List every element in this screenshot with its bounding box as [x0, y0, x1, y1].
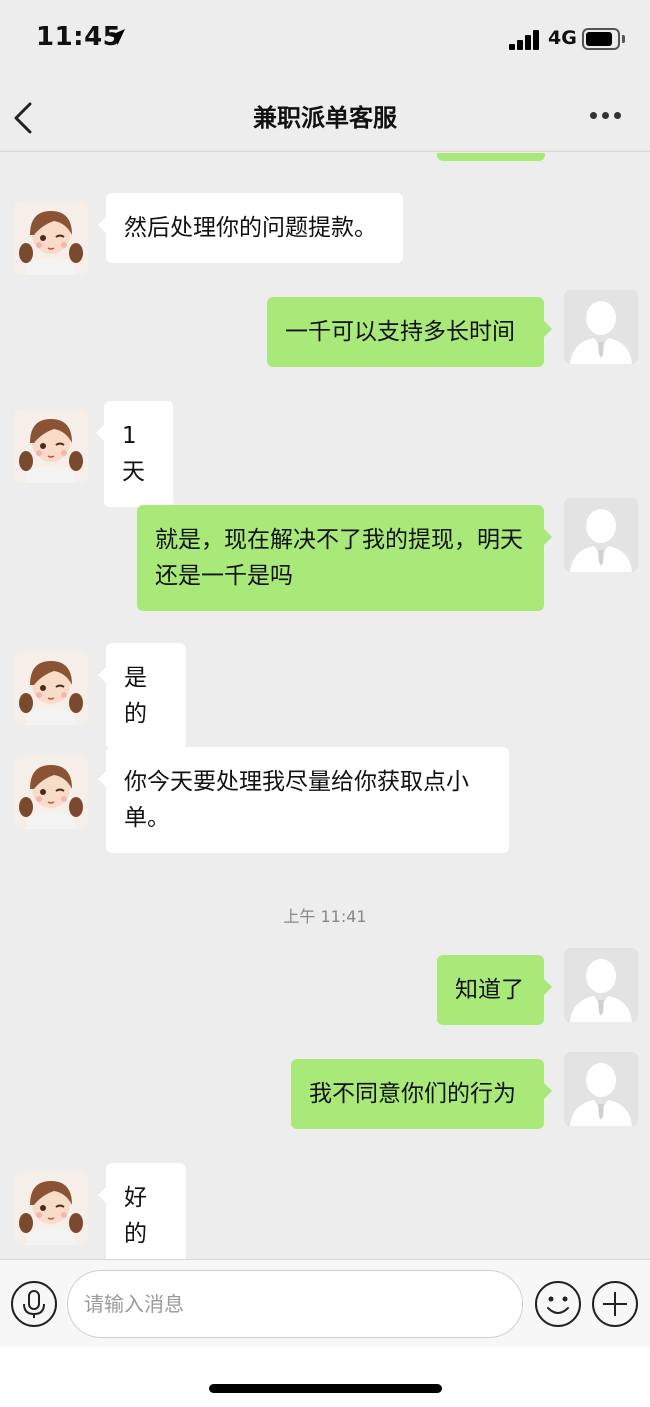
message-bubble[interactable]: 然后处理你的问题提款。: [98, 193, 403, 263]
message-bubble[interactable]: 你今天要处理我尽量给你获取点小单。: [98, 747, 509, 853]
more-options-icon[interactable]: [588, 110, 624, 122]
agent-avatar[interactable]: [14, 651, 88, 725]
message-input[interactable]: [67, 1270, 523, 1338]
agent-avatar[interactable]: [14, 755, 88, 829]
smiley-icon[interactable]: [534, 1280, 582, 1328]
message-bubble[interactable]: 一千可以支持多长时间: [267, 297, 552, 367]
chat-message-list[interactable]: 然后处理你的问题提款。 一千可以支持多长时间 1天 就是，现在解决不了我的提现，…: [0, 153, 650, 1259]
chat-title: 兼职派单客服: [253, 104, 397, 132]
user-avatar[interactable]: [564, 290, 638, 364]
plus-icon[interactable]: [591, 1280, 639, 1328]
agent-avatar[interactable]: [14, 1171, 88, 1245]
message-input-bar: [0, 1259, 650, 1347]
user-avatar[interactable]: [564, 1052, 638, 1126]
signal-icon: [509, 30, 541, 50]
microphone-icon[interactable]: [10, 1280, 58, 1328]
message-bubble[interactable]: 就是，现在解决不了我的提现，明天还是一千是吗: [137, 505, 552, 611]
home-indicator[interactable]: [209, 1384, 442, 1393]
user-avatar[interactable]: [564, 498, 638, 572]
battery-icon: [582, 28, 620, 50]
partial-message-bubble: [437, 153, 545, 161]
agent-avatar[interactable]: [14, 201, 88, 275]
nav-bar: 兼职派单客服: [0, 80, 650, 152]
agent-avatar[interactable]: [14, 409, 88, 483]
status-bar: 11:45 4G: [0, 0, 650, 80]
location-arrow-icon: [109, 29, 125, 45]
home-indicator-area: [0, 1347, 650, 1407]
message-bubble[interactable]: 知道了: [437, 955, 552, 1025]
message-bubble[interactable]: 我不同意你们的行为: [291, 1059, 552, 1129]
message-bubble[interactable]: 是的: [98, 643, 186, 749]
user-avatar[interactable]: [564, 948, 638, 1022]
message-bubble[interactable]: 1天: [96, 401, 173, 507]
message-timestamp: 上午 11:41: [283, 907, 367, 926]
network-label: 4G: [548, 27, 577, 49]
battery-level: [586, 32, 613, 46]
message-bubble[interactable]: 好的: [98, 1163, 186, 1259]
